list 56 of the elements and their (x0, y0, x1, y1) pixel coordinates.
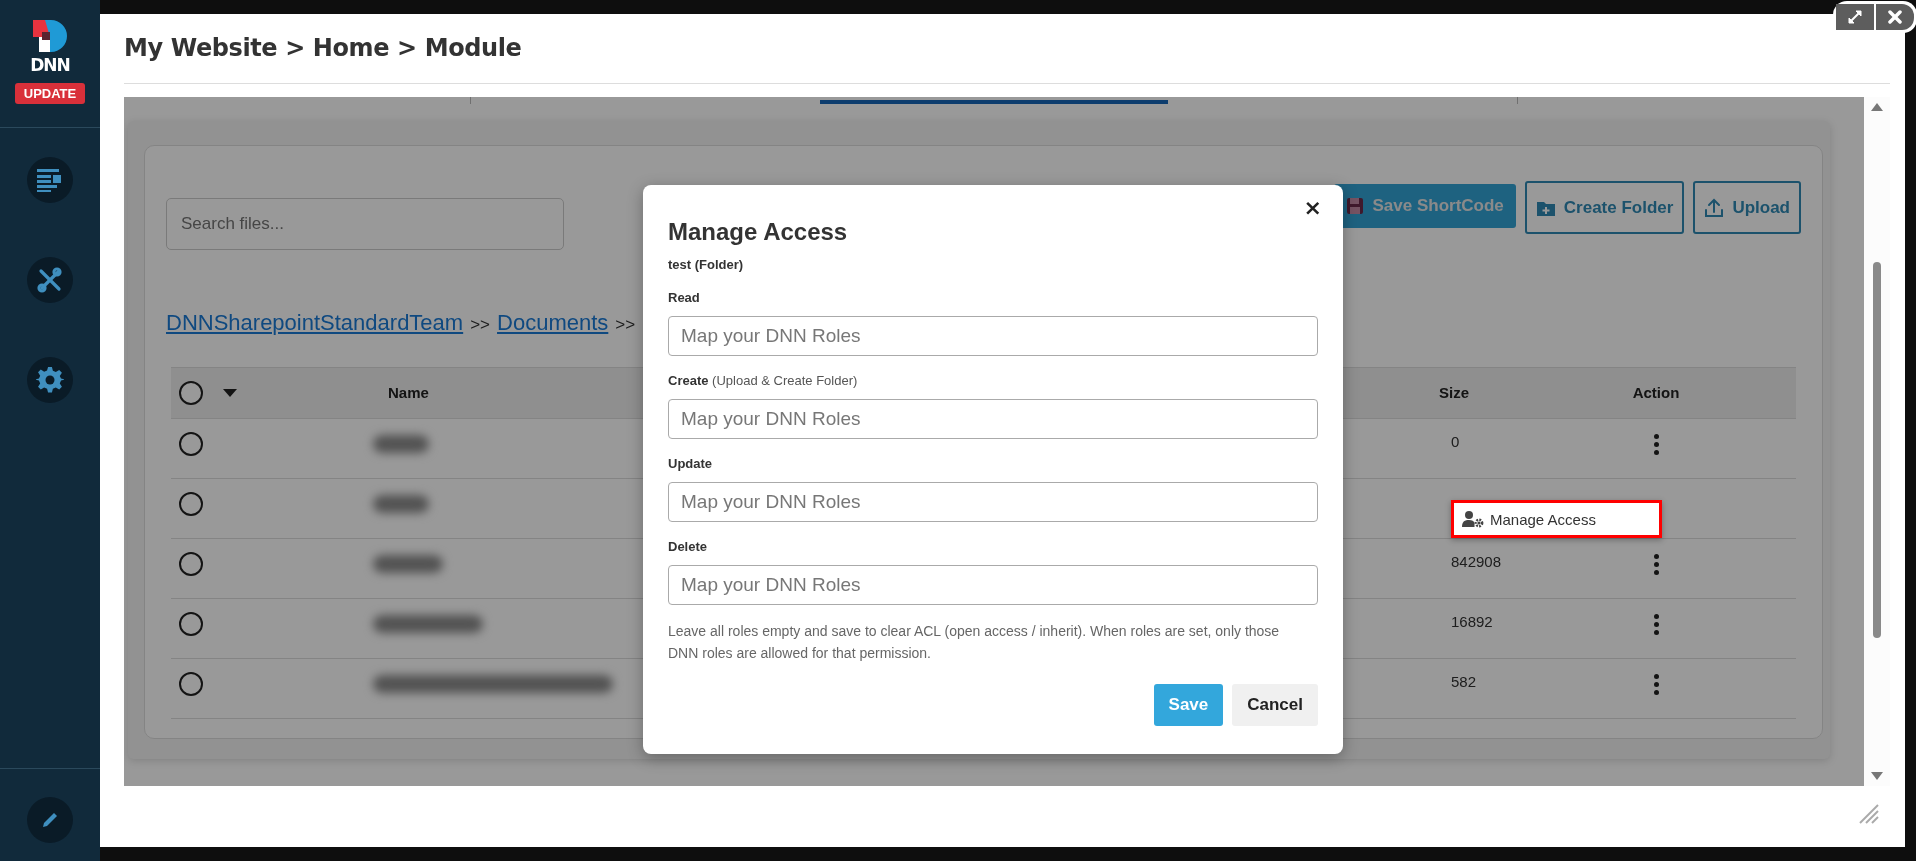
row-radio[interactable] (179, 611, 203, 636)
column-header: Action (1632, 384, 1680, 401)
field-label: Create (Upload & Create Folder) (668, 373, 859, 389)
cancel-button[interactable]: Cancel (1232, 684, 1318, 726)
page-list-icon (37, 168, 63, 192)
roles-field[interactable]: Map your DNN Roles (668, 482, 1318, 522)
field-label: Read (668, 290, 701, 306)
caret-icon[interactable] (223, 389, 237, 397)
column-header: Size (1439, 384, 1469, 401)
roles-field[interactable]: Map your DNN Roles (668, 399, 1318, 439)
settings-icon (36, 366, 64, 394)
breadcrumb-separator: >> (615, 315, 636, 335)
file-size: 16892 (1451, 613, 1493, 630)
row-radio[interactable] (179, 551, 203, 576)
breadcrumb-separator: >> (470, 315, 491, 335)
window-title: My Website > Home > Module (124, 34, 522, 62)
resize-grip-icon[interactable] (1858, 803, 1880, 825)
dialog-subtitle: test (Folder) (668, 257, 744, 272)
file-size: 842908 (1451, 553, 1502, 570)
create-folder-button[interactable]: Create Folder (1524, 181, 1685, 234)
pencil-icon (41, 811, 59, 829)
pages-nav-button[interactable] (27, 157, 73, 203)
maximize-button[interactable] (1836, 4, 1874, 30)
breadcrumb-link[interactable]: Documents (497, 310, 609, 336)
logo-text: DNN (30, 56, 70, 74)
file-size: 0 (1451, 433, 1460, 450)
field-label: Update (668, 456, 714, 472)
row-radio[interactable] (179, 431, 203, 456)
save-button[interactable]: Save (1153, 684, 1224, 726)
tools-icon (36, 266, 64, 294)
breadcrumb-link[interactable]: DNNSharepointStandardTeam (166, 310, 464, 336)
search-field[interactable]: Search files... (166, 198, 564, 250)
help-text: Leave all roles empty and save to clear ACL (open access / inherit). When roles are set, only those DNN roles are allowed for that permission. (668, 622, 1281, 663)
close-icon (1888, 10, 1902, 24)
field-label: Delete (668, 539, 709, 555)
update-badge[interactable]: UPDATE (14, 83, 86, 104)
row-radio[interactable] (179, 491, 203, 516)
save-shortcode-button[interactable]: Save ShortCode (1334, 183, 1516, 228)
dialog-title: Manage Access (668, 217, 848, 247)
settings-nav-button[interactable] (27, 357, 73, 403)
user-gear-icon (1462, 510, 1484, 528)
upload-button[interactable]: Upload (1693, 181, 1801, 234)
column-header: Name (388, 384, 429, 401)
edit-nav-button[interactable] (27, 797, 73, 843)
upload-icon (1704, 197, 1725, 218)
close-button[interactable]: × (1299, 195, 1326, 220)
close-button[interactable] (1876, 4, 1914, 30)
menu-item[interactable]: Manage Access (1451, 500, 1662, 538)
roles-field[interactable]: Map your DNN Roles (668, 565, 1318, 605)
tools-nav-button[interactable] (27, 257, 73, 303)
select-all-radio[interactable] (179, 381, 203, 405)
roles-field[interactable]: Map your DNN Roles (668, 316, 1318, 356)
file-size: 582 (1451, 673, 1477, 690)
logo-icon (33, 20, 67, 54)
expand-icon (1847, 9, 1863, 25)
row-radio[interactable] (179, 671, 203, 696)
